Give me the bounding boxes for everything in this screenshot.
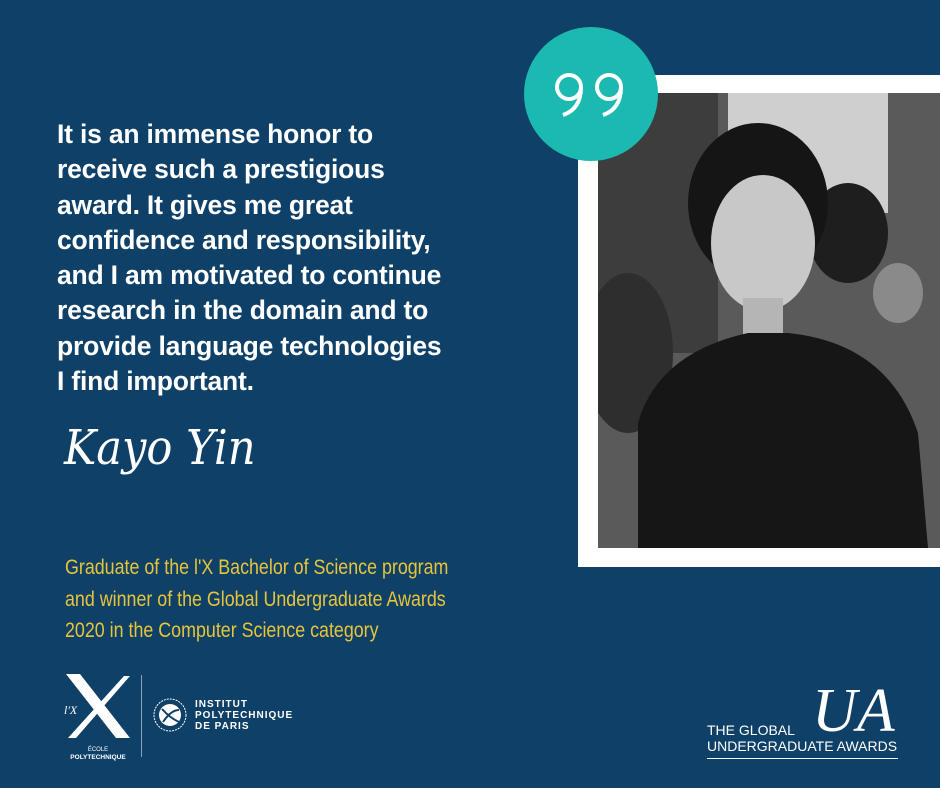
logo-divider (141, 675, 142, 757)
ipp-line2: POLYTECHNIQUE (195, 709, 294, 721)
ecole-line2: POLYTECHNIQUE (70, 754, 126, 761)
lx-mark: l'X (64, 703, 78, 717)
quotation-mark-icon (555, 73, 623, 117)
caption-line: and winner of the Global Undergraduate A… (65, 587, 446, 611)
ipp-line1: INSTITUT (195, 698, 248, 710)
quote-line: receive such a prestigious (57, 154, 385, 185)
gua-underline (707, 758, 898, 759)
signature: Kayo Yin (64, 420, 256, 476)
quote-text: It is an immense honor to receive such a… (57, 117, 537, 399)
ipp-emblem-icon (153, 698, 187, 732)
portrait-illustration (598, 93, 940, 548)
ua-mark: UA (812, 677, 895, 745)
ipp-logo: INSTITUT POLYTECHNIQUE DE PARIS (153, 698, 293, 732)
quote-line: and I am motivated to continue (57, 260, 442, 291)
gua-line1: THE GLOBAL (707, 722, 795, 738)
quote-line: It is an immense honor to (57, 119, 373, 149)
quote-line: award. It gives me great (57, 189, 353, 220)
caption-line: Graduate of the l'X Bachelor of Science … (65, 556, 449, 579)
ecole-line1: ÉCOLE (87, 747, 109, 753)
quote-line: I find important. (57, 366, 254, 397)
portrait-photo (598, 93, 940, 548)
quote-line: research in the domain and to (57, 295, 429, 326)
quote-line: confidence and responsibility, (57, 224, 431, 255)
ipp-line3: DE PARIS (195, 720, 250, 732)
quote-line: provide language technologies (57, 330, 442, 361)
ecole-polytechnique-logo: l'X ÉCOLE POLYTECHNIQUE (62, 672, 134, 761)
quote-badge (524, 27, 658, 161)
caption-line: 2020 in the Computer Science category (65, 619, 379, 642)
x-logo-icon: l'X (64, 674, 130, 738)
caption: Graduate of the l'X Bachelor of Science … (65, 552, 473, 647)
gua-line2: UNDERGRADUATE AWARDS (707, 738, 898, 754)
